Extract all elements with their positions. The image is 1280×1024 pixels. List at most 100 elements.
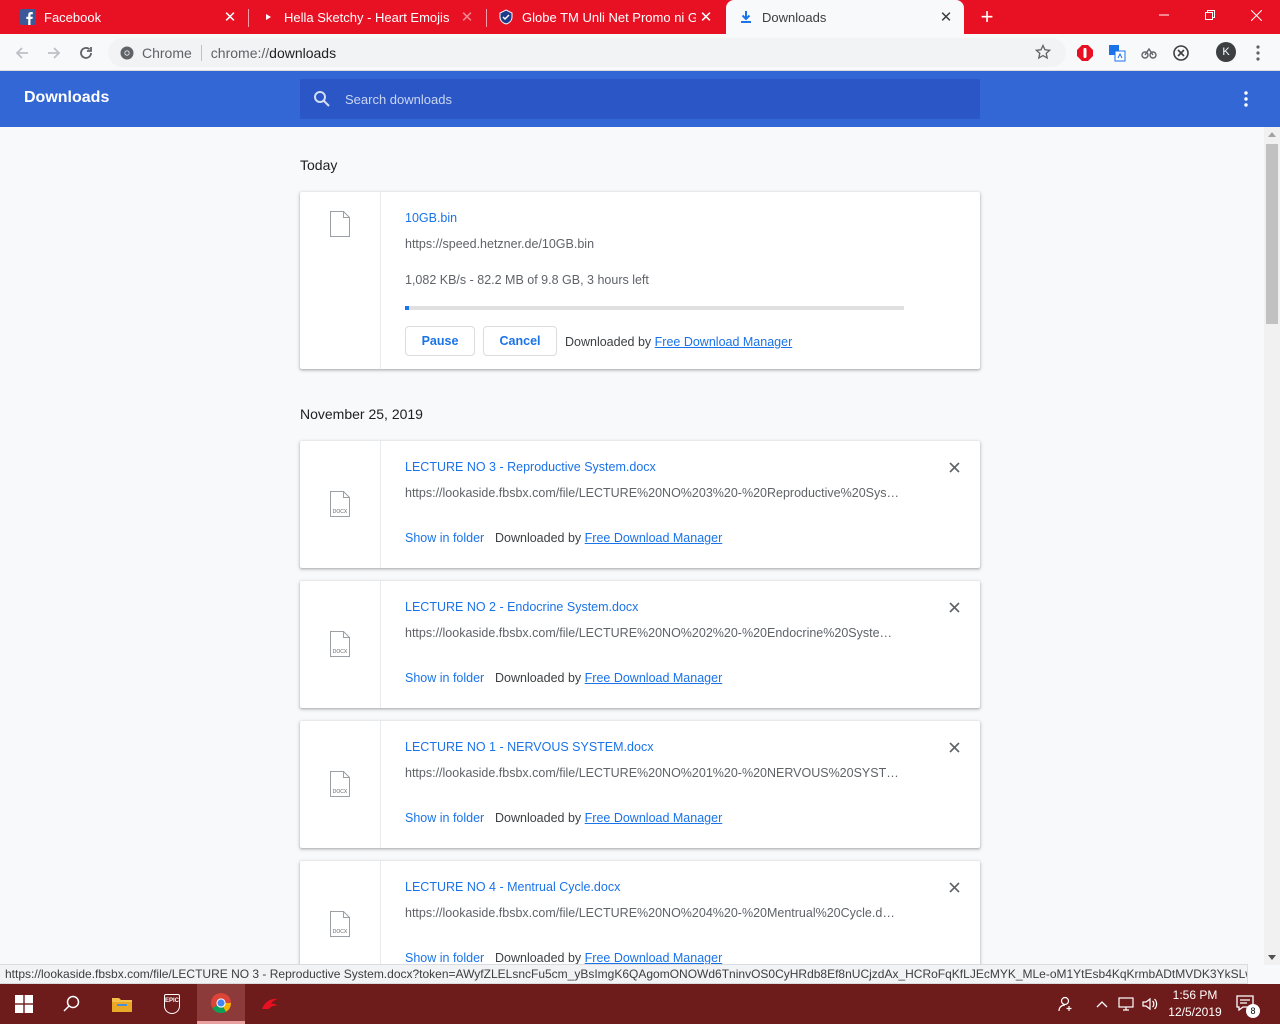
docx-file-icon: DOCX <box>330 631 350 657</box>
search-icon <box>314 91 330 107</box>
translate-extension-icon[interactable] <box>1106 42 1128 64</box>
chrome-icon <box>120 46 134 59</box>
docx-label: DOCX <box>333 649 348 655</box>
file-url[interactable]: https://speed.hetzner.de/10GB.bin <box>405 237 900 251</box>
adblock-extension-icon[interactable] <box>1074 42 1096 64</box>
file-url[interactable]: https://lookaside.fbsbx.com/file/LECTURE… <box>405 906 900 920</box>
download-card: DOCX LECTURE NO 3 - Reproductive System.… <box>300 441 980 568</box>
taskbar-search-button[interactable] <box>48 984 96 1024</box>
tab-strip: Facebook ✕ Hella Sketchy - Heart Emojis … <box>0 0 1280 34</box>
omnibox-scheme-label: Chrome <box>142 44 192 61</box>
profile-avatar[interactable]: K <box>1216 42 1236 62</box>
block-extension-icon[interactable] <box>1170 42 1192 64</box>
tab-title: Hella Sketchy - Heart Emojis <box>284 9 450 25</box>
tab-globe[interactable]: Globe TM Unli Net Promo ni Glob ✕ <box>478 0 724 34</box>
volume-icon[interactable] <box>1140 994 1160 1014</box>
show-in-folder-link[interactable]: Show in folder <box>405 531 484 545</box>
file-name-link[interactable]: LECTURE NO 1 - NERVOUS SYSTEM.docx <box>405 740 653 754</box>
browser-toolbar: Chrome chrome://downloads K <box>0 34 1280 71</box>
download-progress-bar <box>405 306 904 310</box>
folder-icon <box>112 998 132 1012</box>
show-in-folder-link[interactable]: Show in folder <box>405 951 484 965</box>
tab-hella-sketchy[interactable]: Hella Sketchy - Heart Emojis ✕ <box>240 0 485 34</box>
file-explorer-button[interactable] <box>98 984 146 1024</box>
network-icon[interactable] <box>1116 994 1136 1014</box>
free-download-manager-link[interactable]: Free Download Manager <box>655 335 793 349</box>
vertical-scrollbar[interactable] <box>1264 127 1280 965</box>
close-tab-icon[interactable]: ✕ <box>936 7 956 27</box>
docx-file-icon: DOCX <box>330 911 350 937</box>
file-url[interactable]: https://lookaside.fbsbx.com/file/LECTURE… <box>405 766 900 780</box>
date-heading: November 25, 2019 <box>300 406 423 422</box>
free-download-manager-link[interactable]: Free Download Manager <box>585 951 723 965</box>
taskbar-clock[interactable]: 1:56 PM 12/5/2019 <box>1160 987 1230 1021</box>
start-button[interactable] <box>0 984 48 1024</box>
free-download-manager-link[interactable]: Free Download Manager <box>585 671 723 685</box>
remove-download-icon[interactable] <box>946 739 962 755</box>
dragon-app-icon <box>262 998 278 1009</box>
search-input[interactable] <box>345 91 945 107</box>
action-center-icon[interactable]: 8 <box>1236 994 1260 1018</box>
more-actions-icon[interactable] <box>1236 88 1256 110</box>
docx-label: DOCX <box>333 509 348 515</box>
show-in-folder-link[interactable]: Show in folder <box>405 671 484 685</box>
bookmark-star-icon[interactable] <box>1034 43 1052 61</box>
restore-button[interactable] <box>1187 0 1233 30</box>
downloaded-by-label: Downloaded by <box>565 335 652 349</box>
cast-extension-icon[interactable] <box>1138 42 1160 64</box>
url-host: downloads <box>269 44 337 61</box>
scrollbar-thumb[interactable] <box>1266 144 1278 324</box>
minimize-button[interactable] <box>1141 0 1187 30</box>
page-title: Downloads <box>24 89 110 106</box>
remove-download-icon[interactable] <box>946 599 962 615</box>
tab-facebook[interactable]: Facebook ✕ <box>0 0 248 34</box>
file-name-link[interactable]: LECTURE NO 2 - Endocrine System.docx <box>405 600 638 614</box>
file-url[interactable]: https://lookaside.fbsbx.com/file/LECTURE… <box>405 626 900 640</box>
file-name-link[interactable]: 10GB.bin <box>405 211 457 225</box>
search-bar[interactable] <box>300 79 980 119</box>
remove-download-icon[interactable] <box>946 459 962 475</box>
show-hidden-icons-chevron-icon[interactable] <box>1092 994 1112 1014</box>
downloaded-by-label: Downloaded by <box>495 671 582 685</box>
epic-games-button[interactable]: EPIC <box>148 984 196 1024</box>
browser-menu-icon[interactable] <box>1250 42 1266 64</box>
remove-download-icon[interactable] <box>946 879 962 895</box>
downloads-list[interactable]: Today 10GB.bin https://speed.hetzner.de/… <box>0 127 1264 965</box>
show-in-folder-link[interactable]: Show in folder <box>405 811 484 825</box>
new-tab-button[interactable]: + <box>974 4 1000 29</box>
mute-tab-icon[interactable]: ✕ <box>457 7 477 27</box>
app-taskbar-button[interactable] <box>246 984 294 1024</box>
downloaded-by-text: Downloaded by Free Download Manager <box>495 951 722 965</box>
reload-button[interactable] <box>74 41 98 65</box>
tab-downloads[interactable]: Downloads ✕ <box>726 0 964 34</box>
back-button[interactable] <box>10 41 34 65</box>
chrome-taskbar-button[interactable] <box>197 984 245 1024</box>
close-window-button[interactable] <box>1233 0 1279 30</box>
close-tab-icon[interactable]: ✕ <box>220 7 240 27</box>
download-status-text: 1,082 KB/s - 82.2 MB of 9.8 GB, 3 hours … <box>405 273 649 287</box>
forward-button[interactable] <box>42 41 66 65</box>
docx-file-icon: DOCX <box>330 491 350 517</box>
downloaded-by-text: Downloaded by Free Download Manager <box>495 531 722 545</box>
docx-label: DOCX <box>333 929 348 935</box>
download-card: DOCX LECTURE NO 1 - NERVOUS SYSTEM.docx … <box>300 721 980 848</box>
scroll-up-arrow-icon[interactable] <box>1268 132 1276 137</box>
file-name-link[interactable]: LECTURE NO 3 - Reproductive System.docx <box>405 460 656 474</box>
file-url[interactable]: https://lookaside.fbsbx.com/file/LECTURE… <box>405 486 900 500</box>
file-name-link[interactable]: LECTURE NO 4 - Mentrual Cycle.docx <box>405 880 620 894</box>
free-download-manager-link[interactable]: Free Download Manager <box>585 531 723 545</box>
omnibox-divider <box>200 44 202 61</box>
scroll-down-arrow-icon[interactable] <box>1268 955 1276 960</box>
download-card: 10GB.bin https://speed.hetzner.de/10GB.b… <box>300 192 980 369</box>
downloads-header: Downloads <box>0 71 1280 127</box>
downloaded-by-label: Downloaded by <box>495 531 582 545</box>
free-download-manager-link[interactable]: Free Download Manager <box>585 811 723 825</box>
pause-button[interactable]: Pause <box>405 326 475 356</box>
file-icon <box>330 211 350 237</box>
cancel-button[interactable]: Cancel <box>483 326 557 356</box>
download-progress-fill <box>405 306 409 310</box>
people-icon[interactable] <box>1056 994 1076 1014</box>
tab-title: Facebook <box>44 9 102 25</box>
address-bar[interactable]: Chrome chrome://downloads <box>108 38 1066 67</box>
close-tab-icon[interactable]: ✕ <box>696 7 716 27</box>
